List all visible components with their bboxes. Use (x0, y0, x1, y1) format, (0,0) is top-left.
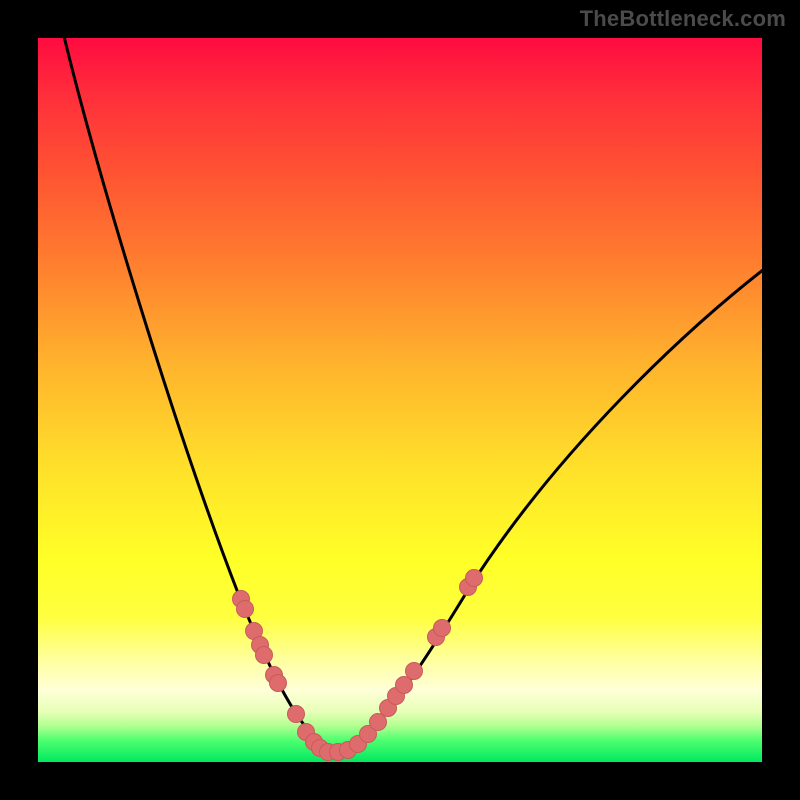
data-point (466, 570, 483, 587)
data-point (434, 620, 451, 637)
data-point (396, 677, 413, 694)
data-point (370, 714, 387, 731)
bottleneck-curve (62, 38, 762, 752)
data-point (270, 675, 287, 692)
data-point (406, 663, 423, 680)
data-point (288, 706, 305, 723)
data-point (256, 647, 273, 664)
curve-left-branch (62, 38, 330, 752)
data-point (237, 601, 254, 618)
plot-area (38, 38, 762, 762)
outer-frame: TheBottleneck.com (0, 0, 800, 800)
curve-layer (38, 38, 762, 762)
watermark-text: TheBottleneck.com (580, 6, 786, 32)
curve-right-branch (330, 266, 762, 752)
